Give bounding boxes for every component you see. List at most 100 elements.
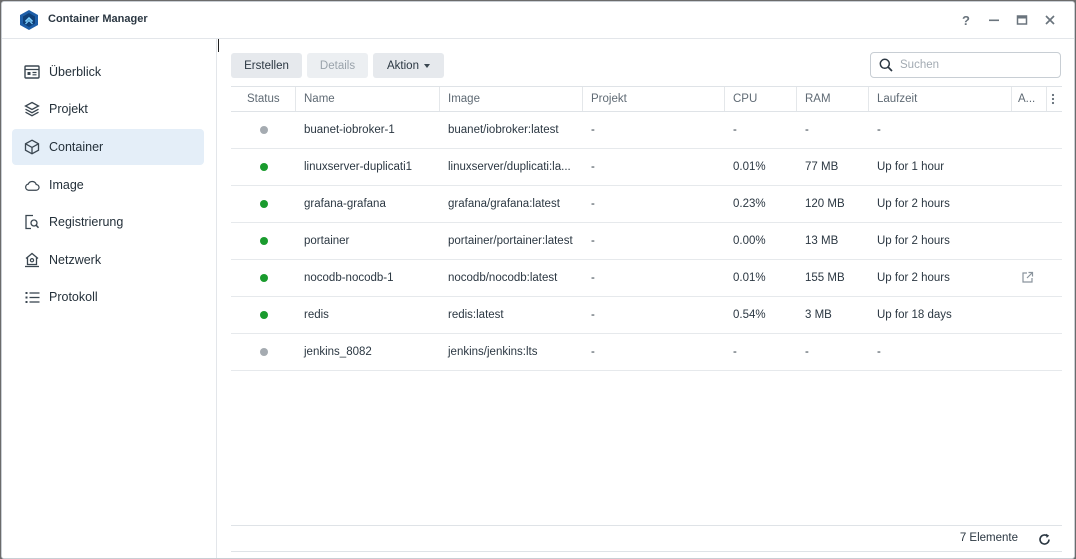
cell-image: jenkins/jenkins:lts [448,346,538,358]
column-header-name[interactable]: Name [296,87,440,111]
status-indicator-running [260,311,268,319]
table-row[interactable]: jenkins_8082 jenkins/jenkins:lts - - - - [231,334,1062,371]
status-indicator-running [260,237,268,245]
cell-name: jenkins_8082 [304,346,372,358]
table-body: buanet-iobroker-1 buanet/iobroker:latest -… [231,112,1062,371]
container-manager-window: Container Manager ? Überblick Projekt Co… [1,1,1075,559]
sidebar-item-container[interactable]: Container [12,129,204,165]
table-row[interactable]: grafana-grafana grafana/grafana:latest - 0.… [231,186,1062,223]
cell-project: - [591,272,595,284]
close-icon[interactable] [1041,11,1059,29]
cell-name: linuxserver-duplicati1 [304,161,413,173]
cell-project: - [591,346,595,358]
table-row[interactable]: nocodb-nocodb-1 nocodb/nocodb:latest - 0.01… [231,260,1062,297]
open-external-link-icon[interactable] [1021,271,1034,287]
sidebar-item-label: Projekt [49,102,88,116]
cell-image: portainer/portainer:latest [448,235,573,247]
sidebar: Überblick Projekt Container Image Regist… [2,39,217,558]
cell-cpu: 0.01% [733,161,766,173]
sidebar-item-overview[interactable]: Überblick [12,54,204,90]
item-count: 7 Elemente [959,532,1018,544]
sidebar-item-project[interactable]: Projekt [12,91,204,127]
cell-cpu: 0.01% [733,272,766,284]
cell-uptime: - [877,346,881,358]
cube-icon [24,139,40,155]
sidebar-item-log[interactable]: Protokoll [12,279,204,315]
sidebar-item-image[interactable]: Image [12,167,204,203]
column-header-image[interactable]: Image [440,87,583,111]
action-button-label: Aktion [387,59,419,72]
table-row[interactable]: buanet-iobroker-1 buanet/iobroker:latest -… [231,112,1062,149]
cell-name: redis [304,309,329,321]
cell-ram: 155 MB [805,272,845,284]
cell-ram: 3 MB [805,309,832,321]
cloud-icon [24,177,40,193]
sidebar-item-registry[interactable]: Registrierung [12,204,204,240]
cell-cpu: - [733,346,737,358]
cell-ram: 77 MB [805,161,839,173]
cell-project: - [591,309,595,321]
cell-uptime: Up for 2 hours [877,235,950,247]
search-input[interactable] [900,56,1050,74]
cell-name: nocodb-nocodb-1 [304,272,394,284]
layers-icon [24,101,40,117]
container-manager-app-icon [18,9,40,31]
cell-uptime: Up for 18 days [877,309,952,321]
status-indicator-running [260,200,268,208]
cell-name: portainer [304,235,350,247]
cell-uptime: Up for 1 hour [877,161,945,173]
search-icon [879,58,893,75]
cell-uptime: Up for 2 hours [877,272,950,284]
status-indicator-running [260,274,268,282]
cell-ram: - [805,124,809,136]
list-icon [24,289,40,305]
minimize-icon[interactable] [985,11,1003,29]
maximize-icon[interactable] [1013,11,1031,29]
status-indicator-running [260,163,268,171]
column-header-uptime[interactable]: Laufzeit [869,87,1012,111]
column-header-status[interactable]: Status [231,87,296,111]
search-box[interactable] [870,52,1061,78]
cell-uptime: - [877,124,881,136]
footer-divider [231,525,1062,526]
cell-image: nocodb/nocodb:latest [448,272,558,284]
cell-project: - [591,198,595,210]
column-header-cpu[interactable]: CPU [725,87,797,111]
sidebar-item-label: Überblick [49,65,102,79]
cell-project: - [591,161,595,173]
sidebar-item-network[interactable]: Netzwerk [12,242,204,278]
footer-bottom-divider [231,551,1062,552]
cell-image: grafana/grafana:latest [448,198,560,210]
table-row[interactable]: linuxserver-duplicati1 linuxserver/duplic… [231,149,1062,186]
table-row[interactable]: redis redis:latest - 0.54% 3 MB Up for 18 day… [231,297,1062,334]
column-header-access[interactable]: A... [1012,87,1047,111]
overview-icon [24,64,40,80]
sidebar-item-label: Registrierung [49,215,124,229]
sidebar-item-label: Image [49,178,84,192]
table-header: Status Name Image Projekt CPU RAM Laufze… [231,86,1062,112]
action-dropdown-button[interactable]: Aktion [373,53,444,78]
cell-project: - [591,124,595,136]
column-header-ram[interactable]: RAM [797,87,869,111]
help-icon[interactable]: ? [957,11,975,29]
sidebar-item-label: Netzwerk [49,253,102,267]
column-header-project[interactable]: Projekt [583,87,725,111]
cell-cpu: 0.00% [733,235,766,247]
network-icon [24,252,40,268]
text-cursor [218,39,219,52]
refresh-icon[interactable] [1036,531,1052,547]
details-button[interactable]: Details [307,53,368,78]
cell-cpu: - [733,124,737,136]
cell-ram: - [805,346,809,358]
title-bar: Container Manager ? [2,2,1074,39]
table-row[interactable]: portainer portainer/portainer:latest - 0.00… [231,223,1062,260]
cell-ram: 120 MB [805,198,845,210]
registry-search-icon [24,214,40,230]
status-indicator-stopped [260,348,268,356]
cell-cpu: 0.54% [733,309,766,321]
help-icon-glyph: ? [962,12,970,28]
chevron-down-icon [423,64,430,68]
column-menu-icon[interactable] [1047,87,1062,111]
create-button[interactable]: Erstellen [231,53,302,78]
cell-uptime: Up for 2 hours [877,198,950,210]
